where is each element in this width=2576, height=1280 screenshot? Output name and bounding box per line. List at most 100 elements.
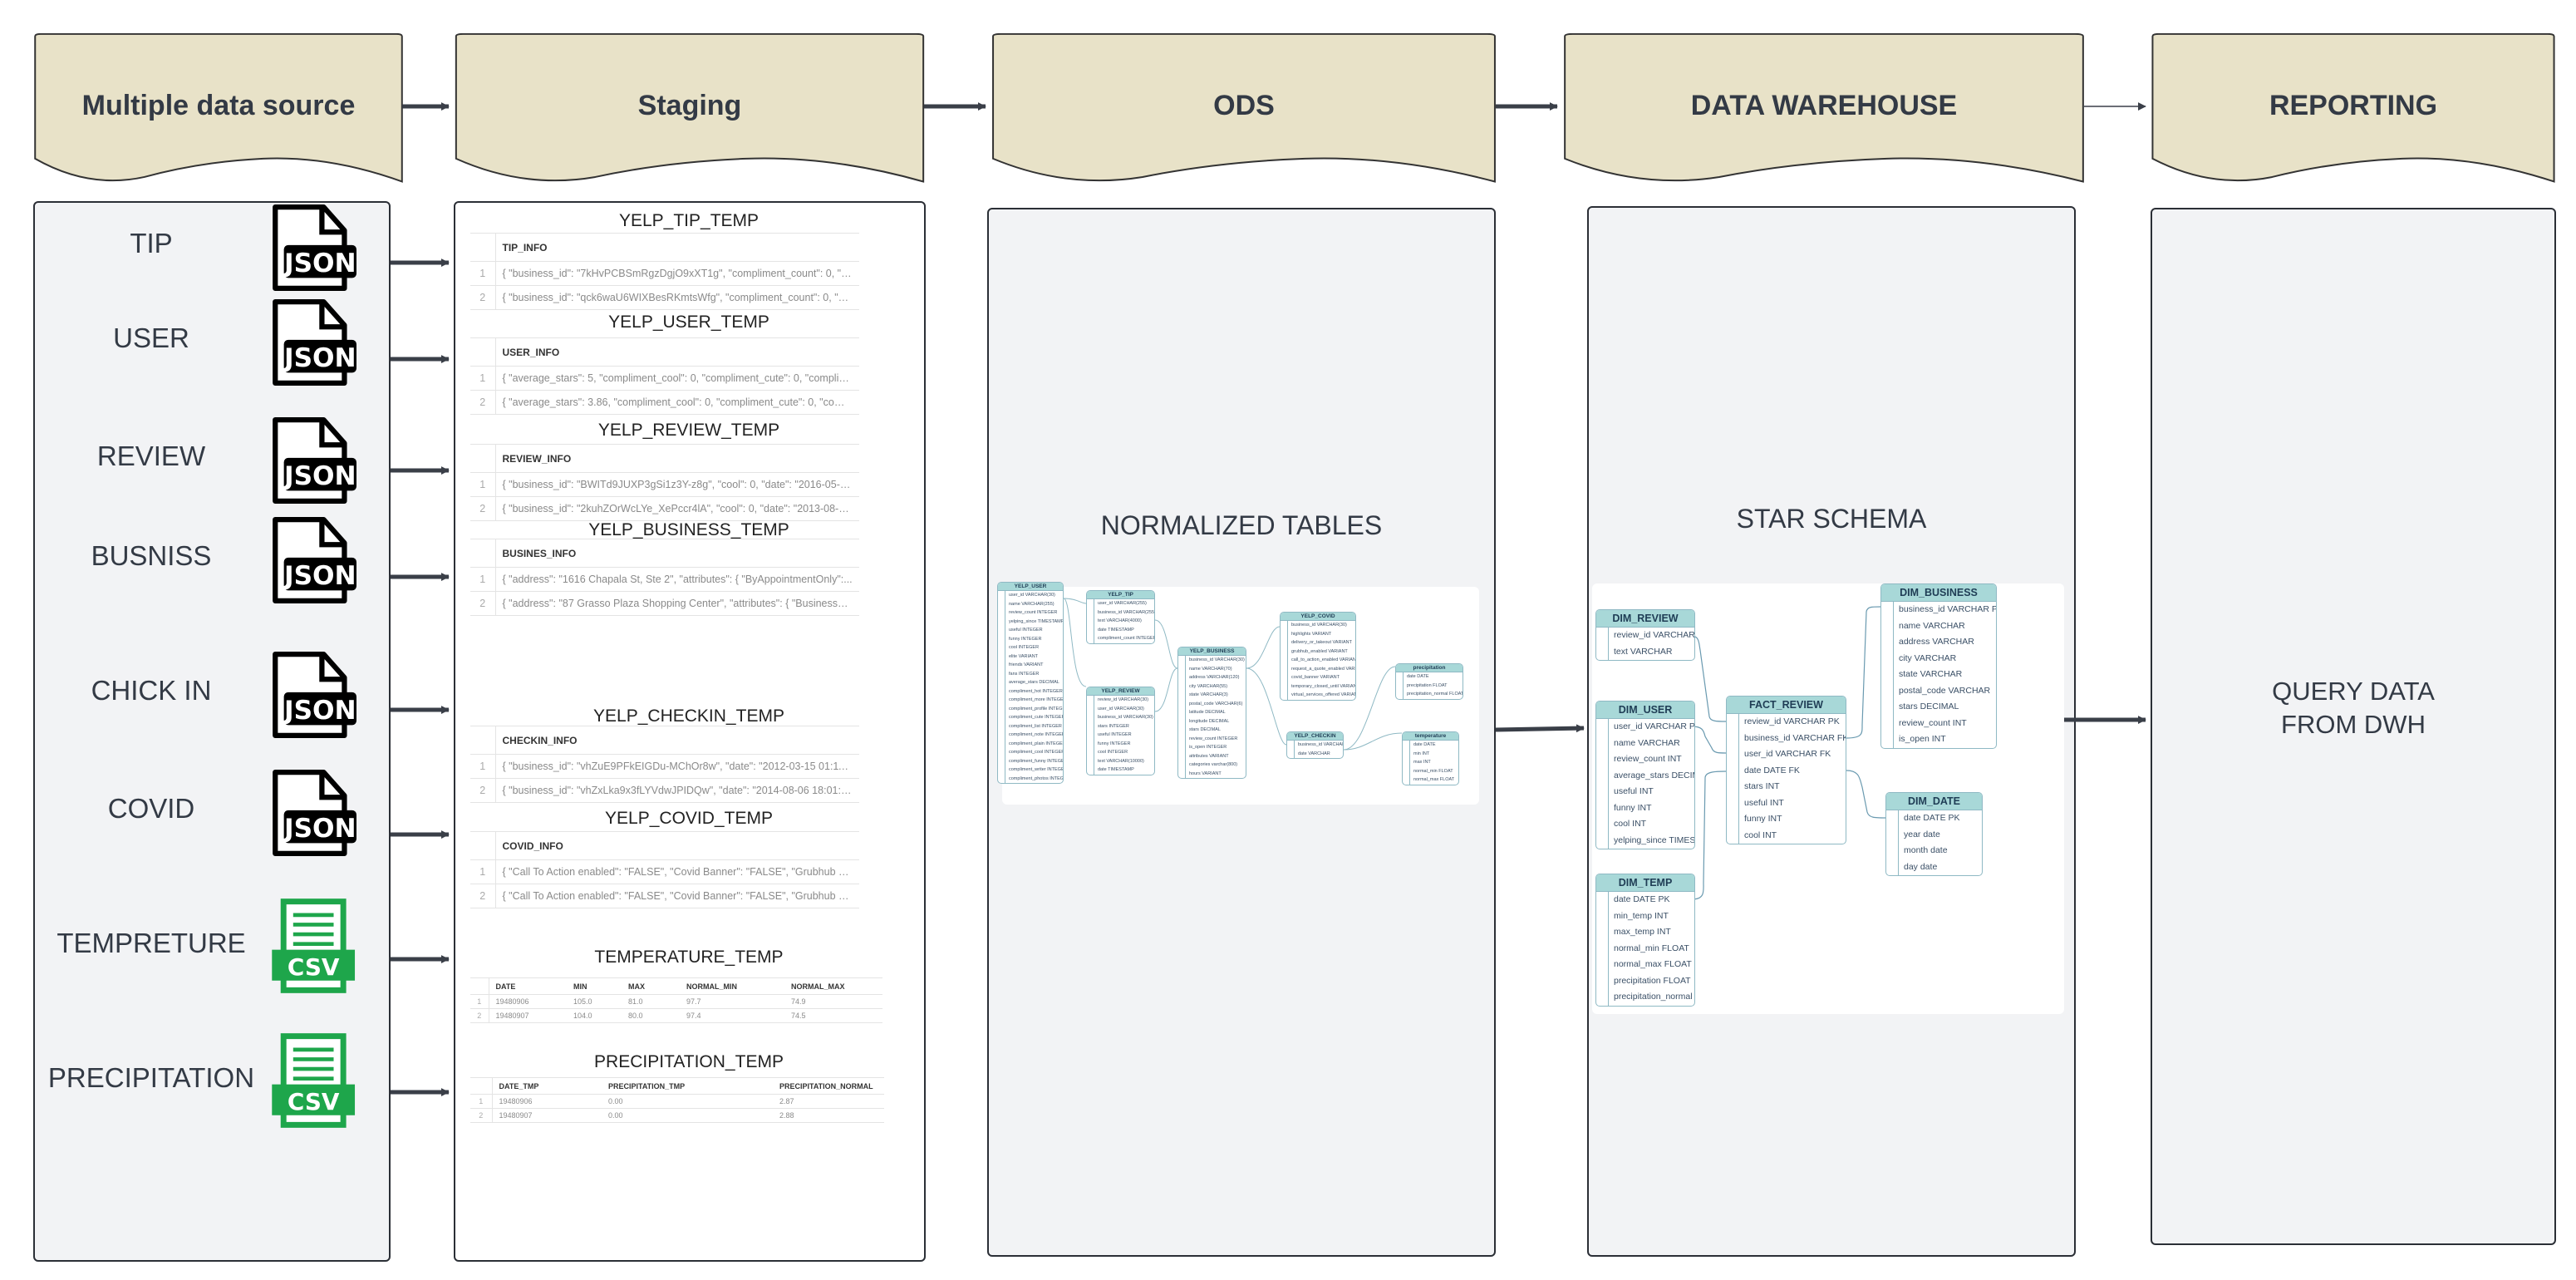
stage-header-ods: ODS <box>991 33 1497 186</box>
erd-table-yelp-business: YELP_BUSINESS business_id VARCHAR(30) nam… <box>1177 647 1246 779</box>
erd-column: review_count INTEGER <box>1005 608 1063 618</box>
erd-table-name: FACT_REVIEW <box>1727 697 1846 714</box>
erd-column: user_id VARCHAR(30) <box>1094 704 1154 713</box>
erd-column: categories varchar(800) <box>1185 761 1246 770</box>
erd-column: is_open INTEGER <box>1185 743 1246 752</box>
table-cell: 97.4 <box>680 1008 784 1023</box>
source-label: CHICK IN <box>91 675 212 706</box>
star-schema-diagram: DIM_REVIEW review_id VARCHAR PKtext VARC… <box>1592 583 2064 1014</box>
row-number: 2 <box>470 285 496 310</box>
table-cell: { "business_id": "7kHvPCBSmRgzDgjO9xXT1g… <box>495 261 859 286</box>
row-number: 2 <box>470 884 496 908</box>
erd-column: useful INTEGER <box>1094 731 1154 740</box>
table-row: 1 19480906 105.0 81.0 97.7 74.9 <box>470 994 882 1009</box>
source-label: REVIEW <box>96 441 206 471</box>
erd-column: attributes VARIANT <box>1185 751 1246 761</box>
erd-column: hours VARIANT <box>1185 769 1246 778</box>
erd-column: city VARCHAR(55) <box>1185 682 1246 691</box>
erd-column: request_a_quote_enabled VARIANT <box>1287 664 1355 673</box>
column-header: MIN <box>567 977 622 995</box>
erd-column: compliment_count INTEGER <box>1094 634 1154 643</box>
column-header: DATE <box>489 977 567 995</box>
erd-table-fact-review: FACT_REVIEW review_id VARCHAR PK business… <box>1726 696 1846 844</box>
erd-column: precipitation_normal FLOAT <box>1403 690 1463 699</box>
table-cell: { "business_id": "vhZuE9PFkEIGDu-MChOr8w… <box>495 754 859 779</box>
erd-column: city VARCHAR <box>1893 650 1996 667</box>
erd-column: compliment_hot INTEGER <box>1005 687 1063 696</box>
svg-text:CSV: CSV <box>288 1088 340 1115</box>
column-header: DATE_TMP <box>492 1077 602 1095</box>
erd-table-name: YELP_COVID <box>1281 613 1355 621</box>
erd-column: state VARCHAR(3) <box>1185 691 1246 700</box>
csv-file-icon: CSV <box>272 898 356 993</box>
erd-table-dim-user: DIM_USER user_id VARCHAR PK name VARCHAR r… <box>1595 701 1695 849</box>
row-number: 2 <box>470 390 496 415</box>
erd-column: review_id VARCHAR(30) <box>1094 696 1154 705</box>
staging-table-precipitation-temp: DATE_TMP PRECIPITATION_TMP PRECIPITATION_N… <box>470 1077 884 1123</box>
column-header: REVIEW_INFO <box>495 444 859 473</box>
erd-column: precipitation FLOAT <box>1403 681 1463 690</box>
reporting-label-line1: QUERY DATA <box>2272 677 2435 706</box>
erd-column: business_id VARCHAR(30) <box>1287 621 1355 630</box>
erd-column: postal_code VARCHAR(6) <box>1185 699 1246 708</box>
erd-column: user_id VARCHAR PK <box>1608 719 1694 736</box>
column-header: NORMAL_MAX <box>784 977 882 995</box>
erd-column: review_count INT <box>1608 751 1694 768</box>
stage-header-title: REPORTING <box>2269 90 2438 121</box>
row-number: 2 <box>470 1008 489 1023</box>
erd-column: min INT <box>1409 749 1458 758</box>
table-cell: 81.0 <box>622 994 680 1009</box>
table-cell: { "business_id": "BWITd9JUXP3gSi1z3Y-z8g… <box>495 472 859 497</box>
table-cell: 19480907 <box>492 1108 602 1123</box>
table-row: 1{ "business_id": "7kHvPCBSmRgzDgjO9xXT1… <box>470 261 859 286</box>
erd-column: name VARCHAR(70) <box>1185 664 1246 673</box>
erd-table-dim-temp: DIM_TEMP date DATE PK min_temp INT max_tem… <box>1595 874 1695 1007</box>
stage-header-title: Staging <box>637 90 742 121</box>
staging-table-title: YELP_CHECKIN_TEMP <box>593 706 784 726</box>
row-number: 1 <box>470 472 496 497</box>
erd-column: cool INT <box>1738 827 1846 844</box>
json-file-icon: JSON <box>273 204 356 291</box>
column-header: TIP_INFO <box>495 233 859 262</box>
column-header: COVID_INFO <box>495 831 859 860</box>
stage-header-title: ODS <box>1213 90 1275 121</box>
erd-column: review_id VARCHAR PK <box>1608 628 1694 644</box>
column-header: BUSINES_INFO <box>495 539 859 568</box>
source-label: PRECIPITATION <box>47 1062 255 1093</box>
stage-header-title: DATA WAREHOUSE <box>1690 90 1958 121</box>
erd-table-name: YELP_BUSINESS <box>1178 647 1246 656</box>
erd-table-dim-business: DIM_BUSINESS business_id VARCHAR PK name … <box>1880 583 1997 749</box>
erd-table-temperature: temperature date DATE min INT max INT norma… <box>1402 731 1459 785</box>
erd-column: average_stars DECIMAL <box>1005 678 1063 687</box>
erd-column: text VARCHAR(10000) <box>1094 756 1154 766</box>
erd-column: state VARCHAR <box>1893 667 1996 683</box>
source-label: TIP <box>130 228 173 258</box>
erd-column: precipitation_normal FLOAT <box>1608 989 1694 1006</box>
table-row: 2 19480907 0.00 2.88 <box>470 1108 884 1123</box>
erd-column: business_id VARCHAR(30) <box>1094 713 1154 722</box>
erd-column: highlights VARIANT <box>1287 629 1355 638</box>
table-cell: 2.88 <box>773 1108 884 1123</box>
erd-column: date DATE PK <box>1898 810 1982 827</box>
column-header: CHECKIN_INFO <box>495 726 859 755</box>
table-row: 2{ "average_stars": 3.86, "compliment_co… <box>470 390 859 415</box>
erd-column: normal_max FLOAT <box>1608 957 1694 973</box>
table-row: 2{ "business_id": "2kuhZOrWcLYe_XePccr4l… <box>470 496 859 521</box>
erd-column: average_stars DECIMAL <box>1608 767 1694 784</box>
erd-table-name: YELP_CHECKIN <box>1287 732 1343 741</box>
json-file-icon: JSON <box>273 417 356 504</box>
staging-table-title: YELP_TIP_TEMP <box>618 211 760 230</box>
erd-column: text VARCHAR <box>1608 643 1694 660</box>
table-cell: { "address": "87 Grasso Plaza Shopping C… <box>495 591 859 616</box>
staging-table-yelp-review-temp: REVIEW_INFO 1{ "business_id": "BWITd9JUXP… <box>470 444 859 521</box>
stage-header-multiple-data-source: Multiple data source <box>33 33 404 186</box>
ods-label: NORMALIZED TABLES <box>1100 510 1383 540</box>
table-cell: 74.5 <box>784 1008 882 1023</box>
erd-column: normal_max FLOAT <box>1409 775 1458 785</box>
table-header-row: USER_INFO <box>470 337 859 367</box>
svg-text:JSON: JSON <box>283 343 356 373</box>
erd-column: user_id VARCHAR(255) <box>1094 599 1154 608</box>
erd-column: cool INTEGER <box>1005 643 1063 652</box>
erd-column: name VARCHAR <box>1608 735 1694 751</box>
staging-table-title: TEMPERATURE_TEMP <box>594 948 784 967</box>
